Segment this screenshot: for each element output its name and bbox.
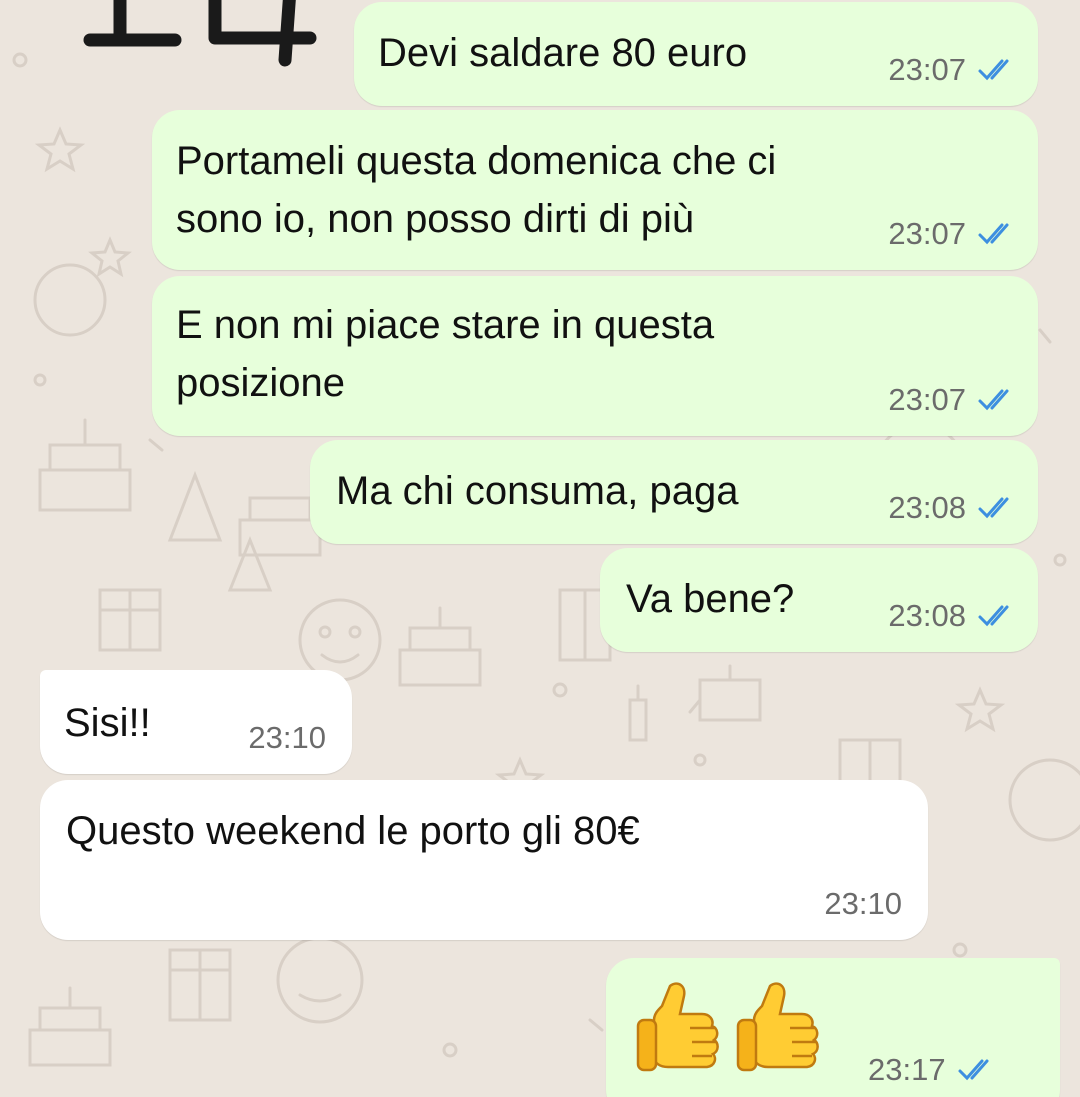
message-time: 23:08 [888,598,966,633]
message-time: 23:07 [888,382,966,417]
outgoing-message[interactable]: Va bene? 23:08 [600,548,1038,652]
thumbs-up-emoji [636,982,719,1072]
message-text: Devi saldare 80 euro [378,31,748,75]
message-meta: 23:08 [888,490,1016,526]
double-check-read-icon [958,1059,989,1081]
message-meta: 23:17 [868,1052,996,1088]
chat-conversation: Devi saldare 80 euro 23:07 Portameli que… [0,0,1080,1097]
outgoing-message[interactable]: Ma chi consuma, paga 23:08 [310,440,1038,544]
message-text: Sisi!! [64,701,151,745]
message-meta: 23:10 [824,886,902,922]
message-meta: 23:08 [888,598,1016,634]
message-meta: 23:07 [888,216,1016,252]
message-text: E non mi piace stare in questa posizione [176,303,715,405]
message-time: 23:07 [888,216,966,251]
message-time: 23:10 [248,720,326,755]
message-meta: 23:07 [888,382,1016,418]
handwritten-number [83,0,317,67]
double-check-read-icon [978,389,1009,411]
message-time: 23:07 [888,52,966,87]
message-meta: 23:10 [248,720,326,756]
outgoing-message[interactable]: 23:17 [606,958,1060,1097]
thumbs-up-emoji [736,982,819,1072]
incoming-message[interactable]: Sisi!! 23:10 [40,670,352,774]
outgoing-message[interactable]: E non mi piace stare in questa posizione… [152,276,1038,436]
message-text: Ma chi consuma, paga [336,469,739,513]
message-text: Questo weekend le porto gli 80€ [66,809,640,853]
message-meta: 23:07 [888,52,1016,88]
outgoing-message[interactable]: Portameli questa domenica che ci sono io… [152,110,1038,270]
double-check-read-icon [978,223,1009,245]
double-check-read-icon [978,497,1009,519]
emoji-content [634,978,826,1078]
message-time: 23:10 [824,886,902,921]
message-text: Portameli questa domenica che ci sono io… [176,139,777,241]
message-text: Va bene? [626,577,795,621]
double-check-read-icon [978,605,1009,627]
incoming-message[interactable]: Questo weekend le porto gli 80€ 23:10 [40,780,928,940]
double-check-read-icon [978,59,1009,81]
message-time: 23:08 [888,490,966,525]
message-time: 23:17 [868,1052,946,1087]
outgoing-message[interactable]: Devi saldare 80 euro 23:07 [354,2,1038,106]
